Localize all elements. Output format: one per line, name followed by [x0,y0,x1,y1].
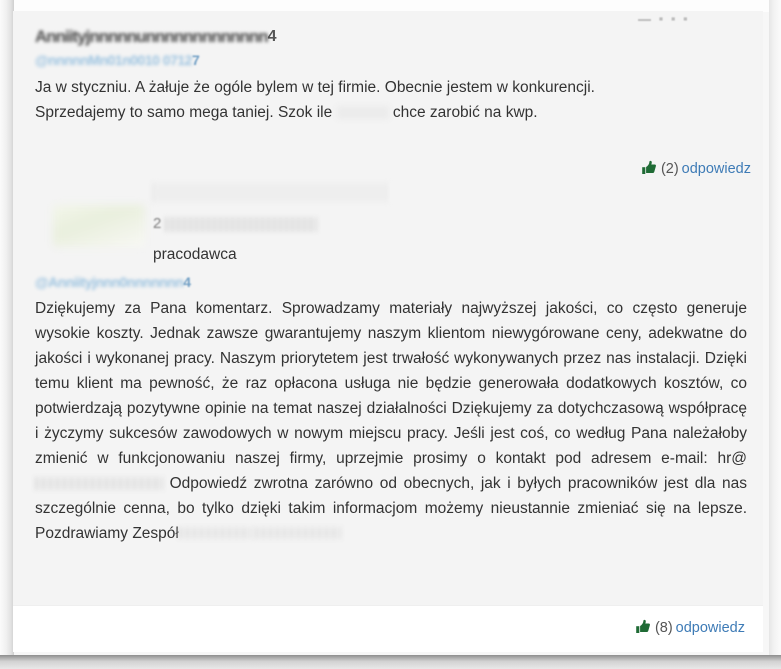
comment-body-line-2-before: Sprzedajemy to samo mega taniej. Szok il… [35,104,333,121]
comment-body-line-2-after: chce zarobić na kwp. [392,104,538,121]
employer-role-label: pracodawca [153,246,237,263]
page-gutter-left [0,0,14,669]
comment-author-name-redacted: Anniityjnnnnnunnnnnnnnnnnnn [35,26,269,46]
employer-logo-redacted [53,205,145,247]
thumbs-up-icon[interactable] [635,619,651,641]
comment-thread-card: ▬ ▪ ▪ ▪ Anniityjnnnnnunnnnnnnnnnnnn4 @nn… [13,11,763,652]
comment-item: Anniityjnnnnnunnnnnnnnnnnnn4 @nnnnnMn01n… [35,25,751,177]
employer-date-redacted [165,217,317,232]
top-cutoff-fragment: ▬ ▪ ▪ ▪ [638,12,690,21]
employer-reply-paragraph: Dziękujemy za Pana komentarz. Sprowadzam… [35,300,747,467]
comment-body-line-1: Ja w styczniu. A żałuje że ogóle bylem w… [35,79,595,96]
employer-reply-item: 2 pracodawca @Anniityjnnn0nnnnnnn4 Dzięk… [35,179,747,546]
employer-reply-actions: (8) odpowiedz [635,618,745,641]
comment-mention[interactable]: @nnnnnMn01n0010 07127 [35,49,747,69]
employer-date-lead: 2 [153,215,162,232]
employer-name-redacted [153,183,391,202]
employer-reply-reply-link[interactable]: odpowiedz [676,620,745,636]
page-gutter-bottom [0,655,781,669]
comment-author-suffix: 4 [267,27,277,45]
comment-author[interactable]: Anniityjnnnnnunnnnnnnnnnnnn4 [35,25,747,47]
page-gutter-right [769,0,781,669]
employer-reply-mention-suffix: 4 [183,274,191,291]
comment-vote-count: (2) [660,161,679,177]
employer-reply-body: Dziękujemy za Pana komentarz. Sprowadzam… [35,296,747,546]
employer-reply-mention[interactable]: @Anniityjnnn0nnnnnnn4 [35,271,747,291]
employer-team-redaction [178,527,251,539]
employer-signature-redaction [255,527,342,539]
comment-body-redaction [336,106,389,119]
comment-reply-link[interactable]: odpowiedz [682,161,751,177]
comment-mention-redacted: @nnnnnMn01n0010 0712 [35,52,192,69]
page-root: ▬ ▪ ▪ ▪ Anniityjnnnnnunnnnnnnnnnnnn4 @nn… [0,0,781,669]
comment-mention-suffix: 7 [191,52,200,69]
employer-reply-mention-redacted: @Anniityjnnn0nnnnnnn [35,274,184,291]
employer-email-redaction [35,477,163,490]
employer-reply-footer: (8) odpowiedz [13,605,763,652]
employer-reply-vote-count: (8) [654,620,673,636]
employer-reply-header: 2 pracodawca [35,179,747,273]
comment-body: Ja w styczniu. A żałuje że ogóle bylem w… [35,75,747,125]
